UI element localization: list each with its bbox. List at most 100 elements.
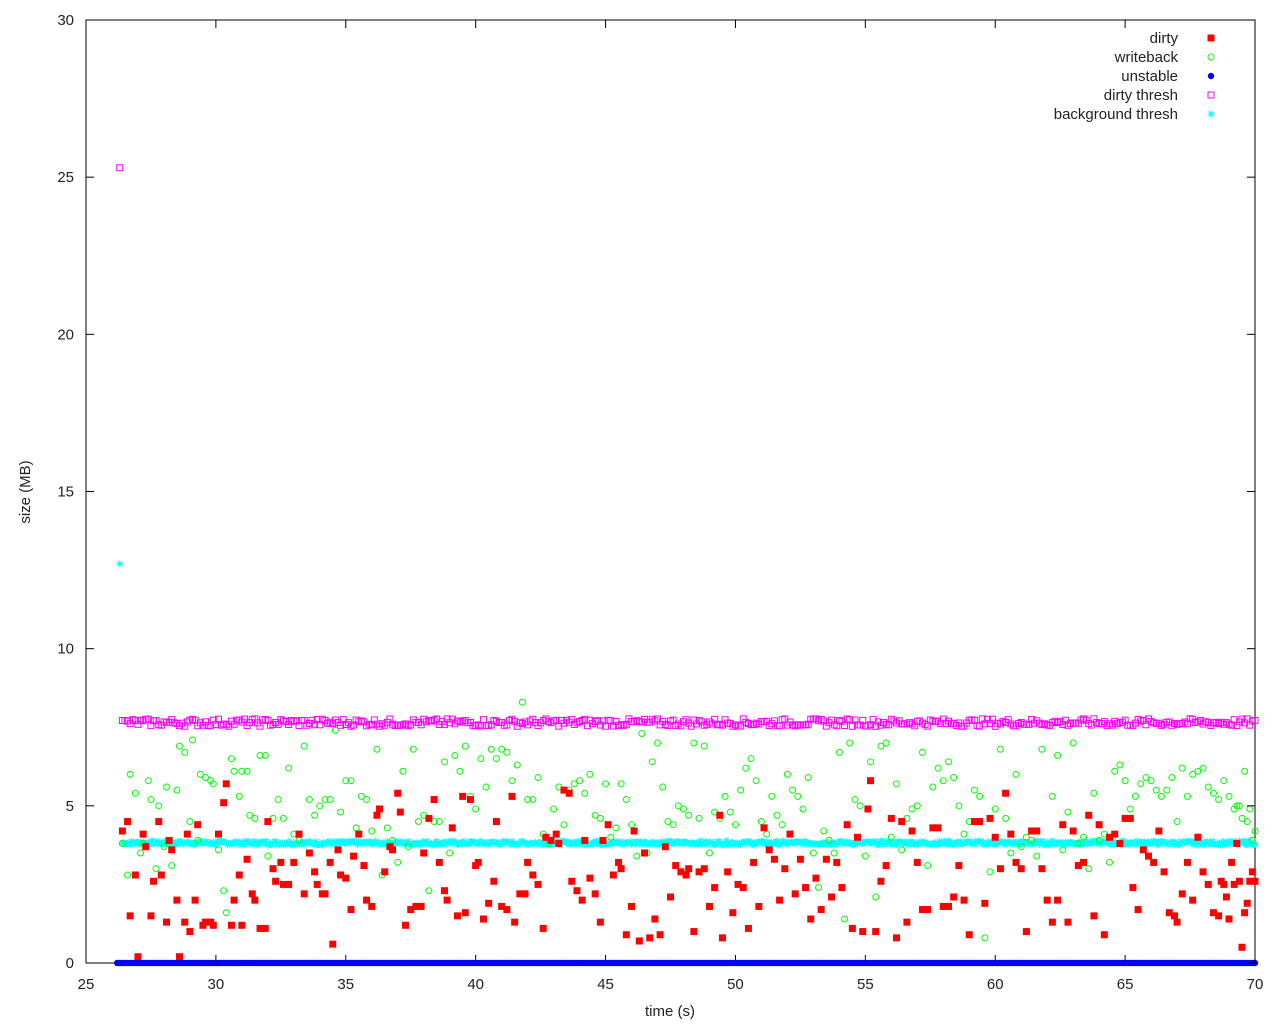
dirty-point [425, 814, 433, 822]
dirty-point [996, 865, 1004, 873]
dirty-point [272, 877, 280, 885]
dirty-point [877, 877, 885, 885]
writeback-point [1157, 792, 1165, 800]
y-tick-label: 10 [57, 641, 74, 658]
dirty-point [882, 862, 890, 870]
writeback-point [230, 767, 238, 775]
writeback-point [176, 742, 184, 750]
dirty-point [578, 896, 586, 904]
dirty-point [230, 896, 238, 904]
dirty-point [1111, 830, 1119, 838]
writeback-point [399, 767, 407, 775]
writeback-point [305, 796, 313, 804]
dirty-point [181, 918, 189, 926]
dirty-point [443, 896, 451, 904]
writeback-point [789, 786, 797, 794]
writeback-point [991, 805, 999, 813]
dirty-point [524, 858, 532, 866]
dirty-point [139, 830, 147, 838]
writeback-point [1054, 752, 1062, 760]
writeback-point [944, 758, 952, 766]
dirty-point [168, 846, 176, 854]
dirty-point [908, 827, 916, 835]
dirty-point [641, 849, 649, 857]
writeback-point [189, 736, 197, 744]
writeback-point [163, 783, 171, 791]
dirty-point [1222, 893, 1230, 901]
legend-marker-background-thresh [1207, 110, 1215, 118]
writeback-point [1126, 805, 1134, 813]
dirty-point [492, 818, 500, 826]
legend-label: unstable [1121, 68, 1178, 85]
dirty-point [1150, 858, 1158, 866]
writeback-point [131, 789, 139, 797]
dirty-point [485, 899, 493, 907]
writeback-point [576, 777, 584, 785]
dirty-point [147, 912, 155, 920]
writeback-point [695, 814, 703, 822]
writeback-point [981, 934, 989, 942]
scatter-chart: 25 30 35 40 45 50 55 60 65 70 0 5 10 15 20 25 30 time (… [17, 12, 1263, 1020]
writeback-point [1199, 764, 1207, 772]
writeback-point [1137, 780, 1145, 788]
writeback-point [986, 868, 994, 876]
dirty-point [965, 931, 973, 939]
dirty-point [264, 818, 272, 826]
writeback-point [737, 786, 745, 794]
dirty-point [1116, 840, 1124, 848]
writeback-point [383, 824, 391, 832]
writeback-point [830, 849, 838, 857]
writeback-point [939, 777, 947, 785]
legend-marker-unstable [1207, 72, 1215, 80]
x-tick-label: 25 [78, 976, 95, 993]
dirty-point [705, 902, 713, 910]
writeback-point [705, 849, 713, 857]
dirty-point [157, 871, 165, 879]
writeback-point [451, 752, 459, 760]
dirty-point [1017, 865, 1025, 873]
writeback-point [960, 830, 968, 838]
dirty-point [461, 909, 469, 917]
writeback-point [409, 745, 417, 753]
writeback-point [955, 802, 963, 810]
dirty-point [396, 808, 404, 816]
dirty-point [887, 814, 895, 822]
writeback-point [882, 739, 890, 747]
dirty-point [479, 915, 487, 923]
series-dirty-thresh [116, 164, 1259, 730]
dirty-point [220, 799, 228, 807]
dirty-point [511, 918, 519, 926]
legend-label: background thresh [1054, 106, 1178, 123]
dirty-point [1048, 918, 1056, 926]
writeback-point [633, 852, 641, 860]
dirty-point [1139, 846, 1147, 854]
dirty-point [955, 862, 963, 870]
dirty-point [718, 934, 726, 942]
dirty-point [389, 846, 397, 854]
dirty-point [617, 865, 625, 873]
dirty-point [363, 896, 371, 904]
dirty-point [1012, 858, 1020, 866]
writeback-point [1033, 852, 1041, 860]
dirty-point [828, 893, 836, 901]
writeback-point [581, 789, 589, 797]
dirty-point [305, 849, 313, 857]
writeback-point [274, 796, 282, 804]
writeback-point [586, 770, 594, 778]
writeback-point [1002, 814, 1010, 822]
dirty-point [604, 821, 612, 829]
dirty-point [700, 865, 708, 873]
writeback-point [918, 748, 926, 756]
writeback-point [1163, 786, 1171, 794]
writeback-point [373, 745, 381, 753]
dirty-point [755, 902, 763, 910]
dirty-point [150, 877, 158, 885]
writeback-point [235, 792, 243, 800]
dirty-point [682, 871, 690, 879]
writeback-point [794, 792, 802, 800]
writeback-point [337, 808, 345, 816]
dirty-point [667, 893, 674, 901]
dirty-point [503, 906, 511, 914]
dirty-point [843, 821, 851, 829]
writeback-point [214, 846, 222, 854]
